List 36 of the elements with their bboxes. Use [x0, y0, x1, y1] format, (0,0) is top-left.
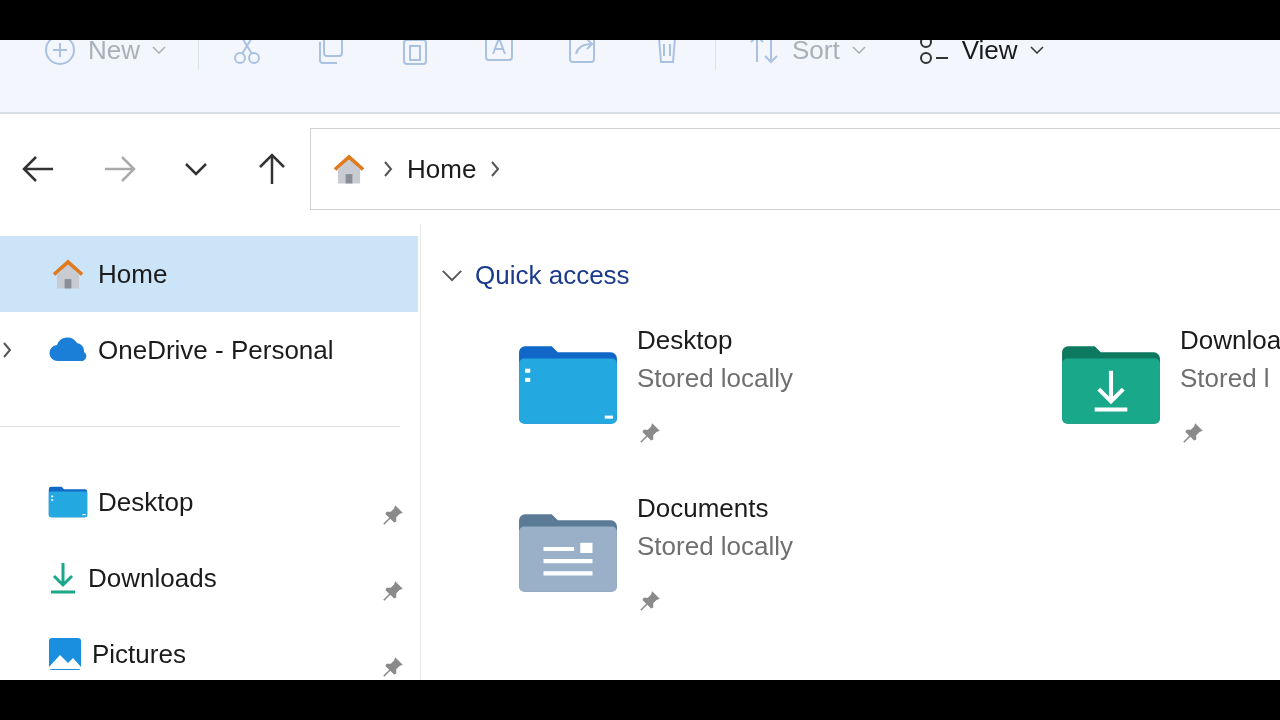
sidebar-item[interactable]: Home: [0, 236, 418, 312]
chevron-icon: [383, 160, 393, 178]
desktop-folder-icon: [517, 344, 619, 426]
cut-icon: [231, 40, 263, 66]
caret-icon: [1029, 46, 1044, 54]
address-bar[interactable]: Home: [310, 128, 1280, 210]
chevron-down-icon: [184, 162, 208, 176]
caret-icon: [152, 46, 166, 54]
up-arrow-icon: [257, 152, 287, 186]
folder-status: Stored locally: [637, 362, 794, 395]
documents-folder-icon: [517, 512, 619, 594]
breadcrumb[interactable]: Home: [407, 153, 477, 185]
sidebar-item[interactable]: Pictures: [0, 616, 418, 680]
sidebar-item[interactable]: Desktop: [0, 464, 418, 540]
downloads-folder-icon: [1060, 344, 1162, 426]
folder-status: Stored l: [1180, 362, 1270, 395]
sort-icon: [748, 40, 780, 66]
folder-name[interactable]: Documents: [637, 490, 769, 526]
sidebar-item[interactable]: Downloads: [0, 540, 418, 616]
cloud-icon: [48, 337, 88, 363]
desktop-icon: [48, 485, 88, 519]
forward-arrow-icon: [103, 154, 137, 184]
back-arrow-icon: [21, 154, 55, 184]
section-header[interactable]: Quick access: [441, 252, 630, 298]
caret-icon: [851, 46, 866, 54]
view-button[interactable]: View: [891, 40, 1070, 66]
view-icon: [917, 40, 950, 66]
chevron-icon: [490, 160, 501, 178]
folder-name[interactable]: Desktop: [637, 322, 733, 358]
sidebar-item[interactable]: OneDrive - Personal: [0, 312, 418, 388]
chevron-icon: [441, 268, 463, 282]
expand-icon[interactable]: [2, 341, 12, 359]
pictures-icon: [48, 637, 82, 671]
new-icon: [44, 40, 76, 66]
folder-status: Stored locally: [637, 530, 794, 563]
download-icon: [48, 561, 78, 595]
